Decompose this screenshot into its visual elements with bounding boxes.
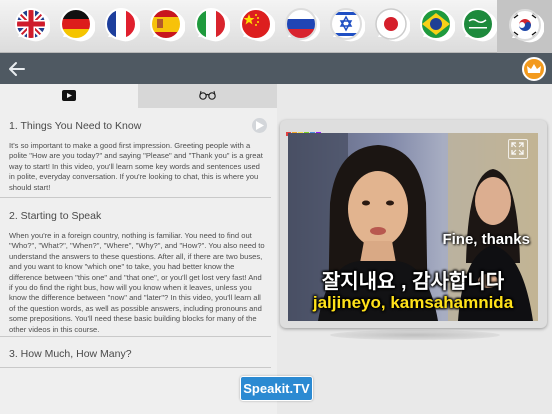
lesson-description: It's so important to make a good first i…: [9, 141, 263, 192]
lesson-title[interactable]: 1. Things You Need to Know: [9, 120, 141, 132]
speakit-logo[interactable]: Speakit.TV: [240, 376, 313, 401]
caption-korean: 잘지내요 , 감사합니다: [321, 271, 505, 293]
color-strip: [286, 123, 346, 136]
expand-icon[interactable]: [508, 139, 528, 159]
view-tabs: [0, 84, 277, 108]
divider: [0, 336, 271, 337]
video-frame[interactable]: Fine, thanks 잘지내요 , 감사합니다 jaljineyo, kam…: [288, 133, 538, 321]
tab-text[interactable]: [138, 84, 277, 108]
tab-video[interactable]: [0, 84, 138, 108]
russia-flag-icon[interactable]: [282, 6, 320, 44]
toolbar: [0, 53, 552, 84]
play-icon[interactable]: [252, 118, 267, 133]
video-shadow: [330, 330, 500, 340]
france-flag-icon[interactable]: [102, 6, 140, 44]
video-player[interactable]: Fine, thanks 잘지내요 , 감사합니다 jaljineyo, kam…: [280, 120, 547, 328]
glasses-icon: [199, 90, 216, 100]
lesson-title[interactable]: 3. How Much, How Many?: [9, 348, 132, 360]
china-flag-icon[interactable]: [237, 6, 275, 44]
divider: [0, 367, 271, 368]
spain-flag-icon[interactable]: [147, 6, 185, 44]
brazil-flag-icon[interactable]: [417, 6, 455, 44]
lesson-panel: 1. Things You Need to Know It's so impor…: [0, 84, 277, 414]
japan-flag-icon[interactable]: [372, 6, 410, 44]
lesson-title[interactable]: 2. Starting to Speak: [9, 210, 101, 222]
language-bar: [0, 0, 552, 53]
crown-icon[interactable]: [522, 57, 546, 81]
arrow-left-icon[interactable]: [7, 59, 27, 79]
saudi-arabia-flag-icon[interactable]: [459, 6, 497, 44]
lesson-description: When you're in a foreign country, nothin…: [9, 231, 265, 334]
italy-flag-icon[interactable]: [192, 6, 230, 44]
caption-english: Fine, thanks: [442, 231, 530, 248]
israel-flag-icon[interactable]: [327, 6, 365, 44]
uk-flag-icon[interactable]: [12, 6, 50, 44]
divider: [0, 197, 271, 198]
south-korea-flag-icon[interactable]: [497, 0, 552, 53]
video-icon: [62, 90, 76, 101]
caption-romanized: jaljineyo, kamsahamnida: [312, 293, 514, 312]
germany-flag-icon[interactable]: [57, 6, 95, 44]
